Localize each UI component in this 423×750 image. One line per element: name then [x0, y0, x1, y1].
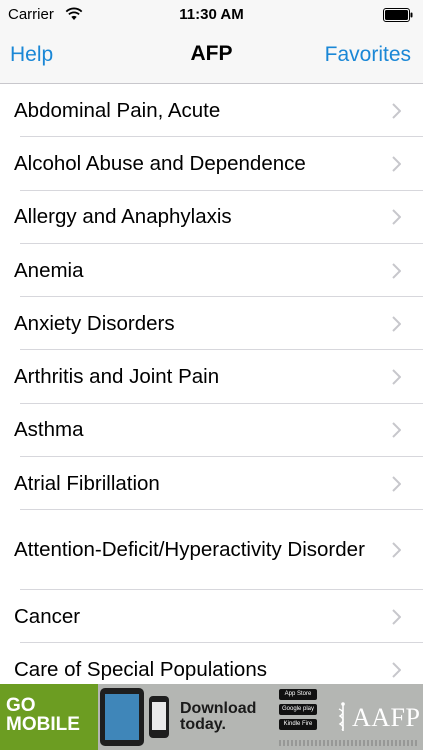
list-item-label: Attention-Deficit/Hyperactivity Disorder — [14, 538, 365, 562]
list-item[interactable]: Asthma — [0, 404, 423, 458]
ad-download-text: Download today. — [180, 701, 275, 733]
tablet-icon — [100, 688, 144, 746]
chevron-right-icon — [392, 156, 401, 172]
chevron-right-icon — [392, 476, 401, 492]
phone-icon — [149, 696, 169, 738]
chevron-right-icon — [392, 209, 401, 225]
list-item[interactable]: Attention-Deficit/Hyperactivity Disorder — [0, 510, 423, 590]
kindle-fire-badge: Kindle Fire — [279, 719, 317, 730]
google-play-badge: Google play — [279, 704, 317, 715]
chevron-right-icon — [392, 422, 401, 439]
list-item[interactable]: Cancer — [0, 590, 423, 644]
list-item-label: Alcohol Abuse and Dependence — [14, 151, 306, 175]
status-bar: Carrier 11:30 AM — [0, 0, 423, 30]
list-item-label: Asthma — [14, 418, 84, 442]
chevron-right-icon — [392, 262, 401, 279]
list-item-label: Care of Special Populations — [14, 657, 267, 681]
list-item-label: Allergy and Anaphylaxis — [14, 205, 232, 229]
chevron-right-icon — [392, 316, 401, 332]
list-item-label: Cancer — [14, 604, 81, 628]
ad-go-text: GO — [6, 695, 36, 716]
list-item[interactable]: Allergy and Anaphylaxis — [0, 191, 423, 245]
aafp-emblem-icon — [338, 702, 345, 731]
list-item[interactable]: Arthritis and Joint Pain — [0, 350, 423, 405]
ad-download-line2: today. — [180, 716, 226, 733]
ad-go-mobile-block: GO MOBILE — [0, 684, 98, 750]
list-item[interactable]: Care of Special Populations — [0, 643, 423, 684]
ad-fine-print — [279, 740, 419, 746]
battery-icon — [383, 8, 413, 22]
list-item-label: Arthritis and Joint Pain — [14, 365, 220, 389]
ad-mobile-text: MOBILE — [6, 714, 80, 735]
chevron-right-icon — [392, 608, 401, 625]
list-item[interactable]: Abdominal Pain, Acute — [0, 84, 423, 138]
list-item[interactable]: Anemia — [0, 244, 423, 298]
aafp-logo: AAFP — [352, 703, 421, 732]
ad-download-line1: Download — [180, 700, 257, 717]
list-item[interactable]: Alcohol Abuse and Dependence — [0, 137, 423, 191]
list-item[interactable]: Atrial Fibrillation — [0, 457, 423, 511]
chevron-right-icon — [392, 662, 401, 678]
list-item-label: Atrial Fibrillation — [14, 471, 160, 495]
chevron-right-icon — [392, 369, 401, 385]
chevron-right-icon — [392, 102, 401, 119]
list-item-label: Abdominal Pain, Acute — [14, 98, 221, 122]
app-store-badge: App Store — [279, 689, 317, 700]
list-item-label: Anxiety Disorders — [14, 311, 175, 335]
list-item-label: Anemia — [14, 258, 84, 282]
chevron-right-icon — [392, 542, 401, 558]
status-time: 11:30 AM — [179, 6, 244, 23]
ad-banner[interactable]: GO MOBILE Download today. App Store Goog… — [0, 684, 423, 750]
navigation-bar: Help AFP Favorites — [0, 30, 423, 84]
topic-list: Abdominal Pain, Acute Alcohol Abuse and … — [0, 84, 423, 684]
list-item[interactable]: Anxiety Disorders — [0, 297, 423, 351]
favorites-button[interactable]: Favorites — [325, 43, 411, 67]
